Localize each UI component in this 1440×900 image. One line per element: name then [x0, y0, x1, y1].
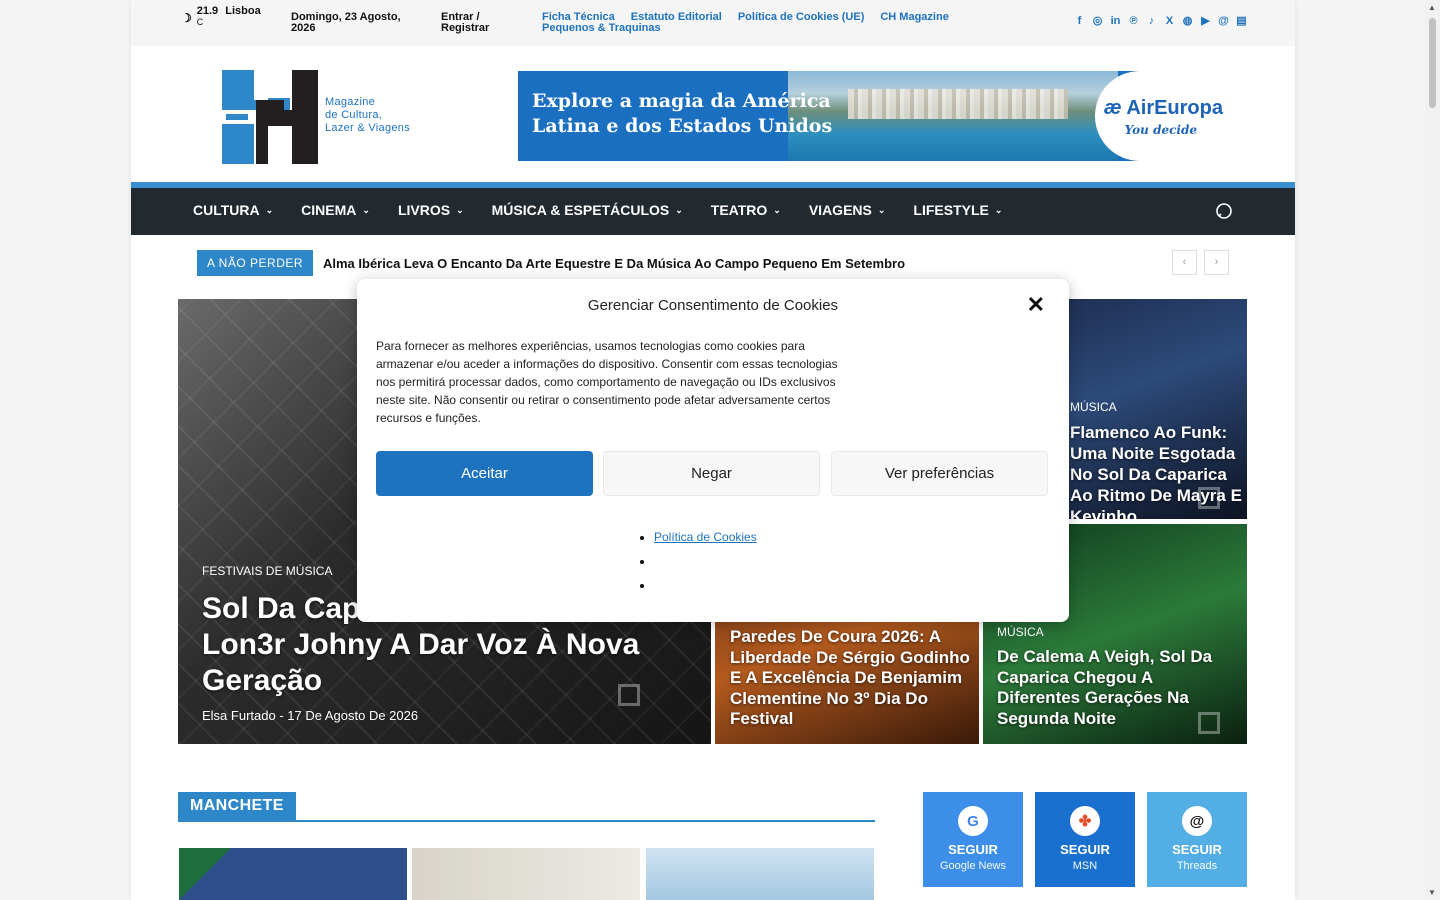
site-logo[interactable]: Magazine de Cultura, Lazer & Viagens: [222, 70, 432, 164]
x-icon[interactable]: X: [1164, 16, 1175, 27]
threads-icon: @: [1182, 806, 1212, 836]
google-icon: G: [958, 806, 988, 836]
facebook-icon[interactable]: f: [1074, 16, 1085, 27]
chevron-down-icon: ⌄: [265, 204, 274, 215]
ticker-headline[interactable]: Alma Ibérica Leva O Encanto Da Arte Eque…: [323, 256, 905, 271]
author[interactable]: Elsa Furtado: [202, 708, 276, 723]
weather-widget: ☽ 21.9 Lisboa C: [181, 6, 261, 28]
watermark-logo: [1198, 487, 1220, 509]
banner-headline: Explore a magia da América Latina e dos …: [532, 90, 833, 137]
follow-threads-button[interactable]: @ SEGUIR Threads: [1147, 792, 1247, 887]
instagram-icon[interactable]: ◎: [1092, 16, 1103, 27]
page-scrollbar[interactable]: ▲ ▼: [1425, 0, 1440, 900]
msn-icon: ✤: [1070, 806, 1100, 836]
login-link[interactable]: Entrar / Registrar: [441, 12, 511, 34]
linkedin-icon[interactable]: in: [1110, 16, 1121, 27]
social-links: f ◎ in ℗ ♪ X ◍ ▶ @ ▤: [1074, 16, 1247, 27]
accept-button[interactable]: Aceitar: [376, 451, 593, 496]
ticker-next-button[interactable]: ›: [1204, 250, 1229, 275]
preferences-button[interactable]: Ver preferências: [831, 451, 1048, 496]
category-label[interactable]: MÚSICA: [997, 625, 1044, 639]
news-ticker: A NÃO PERDER Alma Ibérica Leva O Encanto…: [197, 250, 1229, 276]
ticker-label: A NÃO PERDER: [197, 250, 314, 276]
logo-mark: [222, 70, 318, 164]
pinterest-icon[interactable]: ℗: [1128, 16, 1139, 27]
section-title: MANCHETE: [178, 792, 296, 820]
close-icon[interactable]: ✕: [1027, 292, 1045, 318]
article-title[interactable]: Paredes De Coura 2026: A Liberdade De Sé…: [730, 627, 970, 730]
category-label[interactable]: FESTIVAIS DE MÚSICA: [202, 564, 332, 578]
moon-icon: ☽: [181, 11, 192, 25]
follow-msn-button[interactable]: ✤ SEGUIR MSN: [1035, 792, 1135, 887]
temperature-unit: C: [196, 17, 204, 27]
airline-logo: æ AirEuropa: [1103, 97, 1223, 119]
threads-icon[interactable]: @: [1218, 16, 1229, 27]
link-pequenos-traquinas[interactable]: Pequenos & Traquinas: [542, 23, 661, 34]
scroll-down-icon[interactable]: ▼: [1428, 888, 1436, 897]
chevron-down-icon: ⌄: [877, 204, 886, 215]
nav-item-lifestyle[interactable]: LIFESTYLE ⌄: [913, 202, 1002, 218]
article-thumbnail[interactable]: [646, 848, 874, 900]
watermark-logo: [1198, 712, 1220, 734]
section-header: MANCHETE: [178, 792, 875, 822]
cookie-policy-link[interactable]: Política de Cookies: [654, 530, 757, 544]
article-meta: Elsa Furtado - 17 De Agosto De 2026: [202, 708, 419, 723]
logo-tagline: Magazine de Cultura, Lazer & Viagens: [325, 96, 411, 134]
ad-banner[interactable]: Explore a magia da América Latina e dos …: [518, 71, 1235, 161]
top-bar: ☽ 21.9 Lisboa C Domingo, 23 Agosto, 2026…: [131, 0, 1295, 46]
main-nav: CULTURA ⌄ CINEMA ⌄ LIVROS ⌄ MÚSICA & ESPETÁ…: [131, 182, 1295, 235]
youtube-icon[interactable]: ▶: [1200, 16, 1211, 27]
nav-item-cinema[interactable]: CINEMA ⌄: [301, 202, 370, 218]
nav-item-livros[interactable]: LIVROS ⌄: [398, 202, 464, 218]
chevron-down-icon: ⌄: [994, 204, 1003, 215]
web-icon[interactable]: ◍: [1182, 16, 1193, 27]
article-date: 17 De Agosto De 2026: [287, 708, 419, 723]
empty-list-item: [654, 549, 757, 573]
news-icon[interactable]: ▤: [1236, 16, 1247, 27]
temperature: 21.9: [196, 5, 219, 17]
chevron-down-icon: ⌄: [675, 204, 683, 215]
chevron-down-icon: ⌄: [773, 204, 781, 215]
modal-links: Política de Cookies: [654, 525, 757, 597]
banner-photo: [788, 71, 1118, 161]
nav-item-teatro[interactable]: TEATRO ⌄: [711, 202, 781, 218]
follow-google-news-button[interactable]: G SEGUIR Google News: [923, 792, 1023, 887]
chevron-down-icon: ⌄: [362, 204, 370, 215]
cookie-consent-modal: Gerenciar Consentimento de Cookies ✕ Par…: [357, 279, 1069, 622]
tiktok-icon[interactable]: ♪: [1146, 16, 1157, 27]
city: Lisboa: [225, 5, 261, 17]
deny-button[interactable]: Negar: [603, 451, 820, 496]
top-links: Ficha Técnica Estatuto Editorial Polític…: [542, 12, 992, 34]
article-thumbnail[interactable]: [412, 848, 640, 900]
article-thumbnail[interactable]: [179, 848, 407, 900]
chevron-down-icon: ⌄: [456, 204, 464, 215]
search-icon[interactable]: [1215, 202, 1233, 220]
category-label[interactable]: MÚSICA: [1070, 400, 1117, 414]
nav-item-viagens[interactable]: VIAGENS ⌄: [809, 202, 886, 218]
current-date: Domingo, 23 Agosto, 2026: [291, 11, 401, 34]
nav-item-musica[interactable]: MÚSICA & ESPETÁCULOS ⌄: [492, 202, 683, 218]
link-ch-magazine[interactable]: CH Magazine: [880, 12, 948, 23]
nav-item-cultura[interactable]: CULTURA ⌄: [193, 202, 273, 218]
scroll-up-icon[interactable]: ▲: [1428, 3, 1436, 12]
banner-slogan: You decide: [1124, 123, 1197, 137]
modal-body: Para fornecer as melhores experiências, …: [376, 339, 838, 425]
ticker-prev-button[interactable]: ‹: [1172, 250, 1197, 275]
modal-title: Gerenciar Consentimento de Cookies: [587, 297, 839, 314]
scroll-thumb[interactable]: [1429, 18, 1436, 108]
empty-list-item: [654, 573, 757, 597]
link-politica-cookies[interactable]: Política de Cookies (UE): [738, 12, 865, 23]
watermark-logo: [618, 684, 640, 706]
